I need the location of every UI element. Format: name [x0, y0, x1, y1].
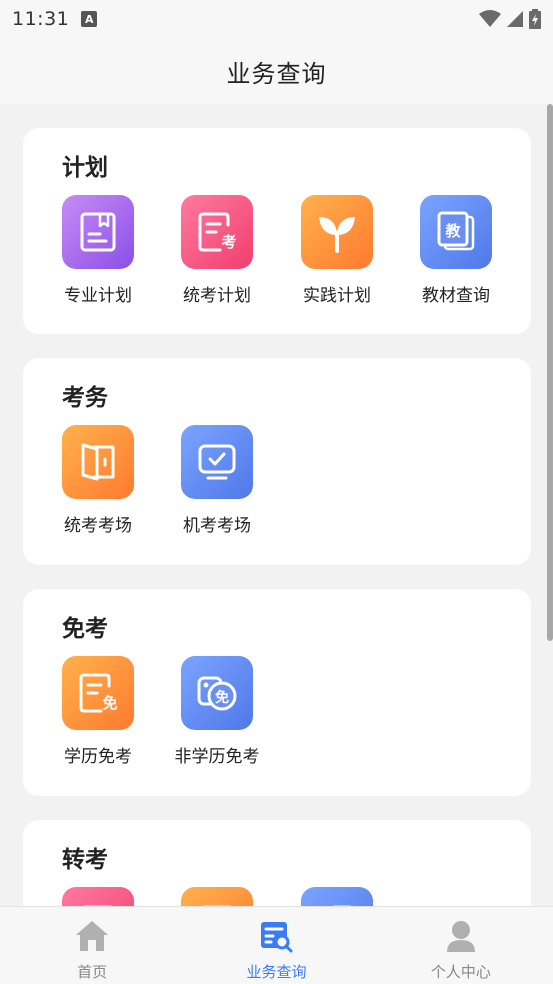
status-bar: 11:31 A: [0, 0, 553, 38]
nav-item-home[interactable]: 首页: [0, 907, 184, 984]
section-title: 计划: [62, 155, 108, 181]
item-transfer-3[interactable]: [277, 887, 397, 906]
section-card-exemption: 免考 免 学历免考 免 非学历免考: [23, 589, 531, 796]
nav-label: 首页: [77, 963, 108, 981]
door-icon: [62, 425, 134, 499]
nav-label: 业务查询: [246, 963, 307, 981]
section-title: 考务: [62, 385, 108, 411]
signal-icon: [507, 11, 523, 27]
svg-text:教: 教: [444, 222, 461, 240]
section-title: 免考: [62, 616, 108, 642]
page-title: 业务查询: [226, 59, 327, 88]
section-card-exam-affairs: 考务 统考考场 机考考场: [23, 358, 531, 565]
item-label: 非学历免考: [174, 747, 260, 767]
monitor-check-icon: [181, 425, 253, 499]
item-label: 学历免考: [64, 747, 132, 767]
scrollbar[interactable]: [547, 104, 553, 641]
textbook-icon: 教: [420, 195, 492, 269]
sprout-icon: [301, 195, 373, 269]
item-computer-exam-venue[interactable]: 机考考场: [157, 425, 277, 536]
transfer-icon-2: [181, 887, 253, 906]
item-unified-exam-plan[interactable]: 考 统考计划: [157, 195, 277, 306]
item-transfer-1[interactable]: [38, 887, 158, 906]
item-label: 机考考场: [183, 516, 251, 536]
svg-text:免: 免: [102, 694, 117, 712]
section-title: 转考: [62, 847, 108, 873]
nav-item-business-query[interactable]: 业务查询: [184, 907, 368, 984]
exemption-badge-icon: 免: [181, 656, 253, 730]
item-label: 教材查询: [422, 286, 490, 306]
section-card-plan: 计划 专业计划 考 统考计划 实践计划 教 教材查询: [23, 128, 531, 334]
nav-item-profile[interactable]: 个人中心: [369, 907, 553, 984]
main-content[interactable]: 计划 专业计划 考 统考计划 实践计划 教 教材查询 考务 统考考场 机考考场 …: [0, 104, 553, 906]
status-indicators: [479, 9, 541, 29]
bottom-nav: 首页 业务查询 个人中心: [0, 906, 553, 984]
item-unified-exam-venue[interactable]: 统考考场: [38, 425, 158, 536]
svg-text:免: 免: [215, 689, 229, 706]
item-textbook-query[interactable]: 教 教材查询: [396, 195, 516, 306]
book-icon: [62, 195, 134, 269]
item-label: 统考考场: [64, 516, 132, 536]
item-label: 专业计划: [64, 286, 132, 306]
section-card-transfer: 转考: [23, 820, 531, 906]
item-non-degree-exemption[interactable]: 免 非学历免考: [157, 656, 277, 767]
home-icon: [72, 917, 112, 955]
svg-text:考: 考: [221, 233, 236, 251]
item-label: 统考计划: [183, 286, 251, 306]
app-header: 业务查询: [0, 38, 553, 104]
transfer-icon-3: [301, 887, 373, 906]
nav-label: 个人中心: [430, 963, 491, 981]
status-time: 11:31: [12, 8, 70, 30]
notification-icon: A: [81, 11, 98, 27]
user-icon: [441, 917, 481, 955]
transfer-icon-1: [62, 887, 134, 906]
exam-document-icon: 考: [181, 195, 253, 269]
item-transfer-2[interactable]: [157, 887, 277, 906]
exemption-document-icon: 免: [62, 656, 134, 730]
wifi-icon: [479, 10, 501, 27]
battery-icon: [529, 9, 541, 29]
search-document-icon: [256, 917, 296, 955]
item-major-plan[interactable]: 专业计划: [38, 195, 158, 306]
item-label: 实践计划: [303, 286, 371, 306]
item-practice-plan[interactable]: 实践计划: [277, 195, 397, 306]
item-degree-exemption[interactable]: 免 学历免考: [38, 656, 158, 767]
